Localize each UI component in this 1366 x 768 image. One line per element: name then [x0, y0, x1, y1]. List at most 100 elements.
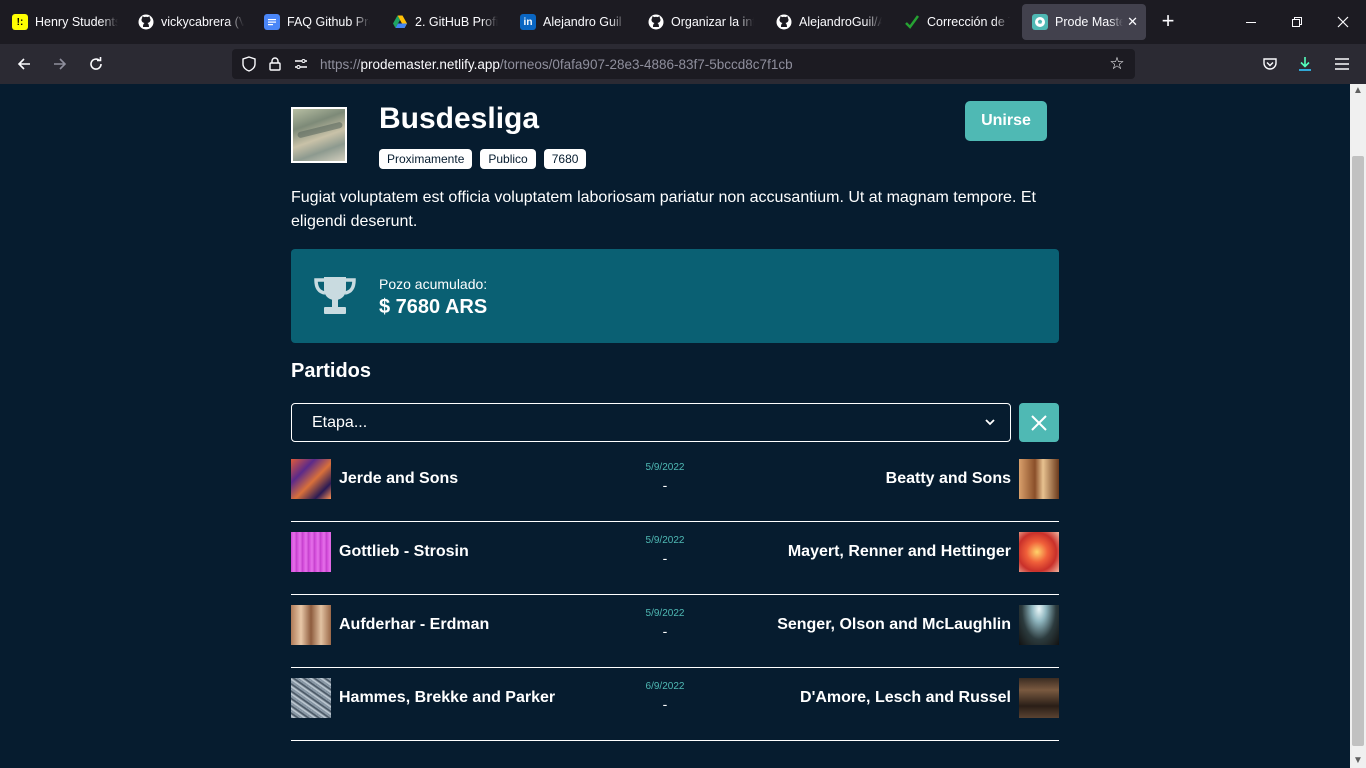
- google-drive-icon: [392, 14, 408, 30]
- match-row[interactable]: Hammes, Brekke and Parker 6/9/2022 - D'A…: [291, 668, 1059, 741]
- stage-select[interactable]: Etapa...: [291, 403, 1011, 442]
- tab-title: Organizar la info: [671, 15, 754, 29]
- restore-button[interactable]: [1274, 0, 1320, 44]
- home-team-image: [291, 678, 331, 718]
- bookmark-star-icon[interactable]: ☆: [1105, 52, 1129, 76]
- match-score: -: [662, 550, 668, 566]
- home-team-name: Hammes, Brekke and Parker: [339, 689, 556, 706]
- away-team-name: Beatty and Sons: [885, 470, 1011, 487]
- away-team-image: [1019, 605, 1059, 645]
- soccer-ball-icon: [1032, 14, 1048, 30]
- home-team-name: Gottlieb - Strosin: [339, 543, 469, 560]
- away-team-image: [1019, 459, 1059, 499]
- browser-tab-bar: !: Henry Students vickycabrera (Vi FAQ G…: [0, 0, 1366, 44]
- clear-filter-button[interactable]: [1019, 403, 1059, 442]
- home-team-image: [291, 459, 331, 499]
- matches-heading: Partidos: [291, 360, 372, 382]
- tab-title: vickycabrera (Vi: [161, 15, 244, 29]
- prize-pool-panel: Pozo acumulado: $ 7680 ARS: [291, 249, 1059, 343]
- close-icon: [1031, 414, 1047, 431]
- downloads-icon[interactable]: [1291, 50, 1319, 78]
- page-scrollbar[interactable]: ▲ ▼: [1350, 84, 1366, 768]
- away-team-name: D'Amore, Lesch and Russel: [800, 689, 1011, 706]
- tab-title: Corrección de Te: [927, 15, 1010, 29]
- match-row[interactable]: Jerde and Sons 5/9/2022 - Beatty and Son…: [291, 449, 1059, 522]
- status-badge: Proximamente: [379, 149, 473, 169]
- url-scheme: https://: [320, 56, 361, 72]
- henry-icon: !:: [12, 14, 28, 30]
- scroll-up-icon[interactable]: ▲: [1353, 86, 1363, 96]
- tracking-protection-icon[interactable]: [236, 51, 262, 77]
- github-icon: [776, 14, 792, 30]
- tab-title: Prode Master: [1055, 15, 1124, 29]
- minimize-button[interactable]: [1228, 0, 1274, 44]
- prize-pool-value: $ 7680 ARS: [379, 296, 488, 318]
- browser-navigation-bar: https://prodemaster.netlify.app/torneos/…: [0, 44, 1366, 84]
- browser-tab[interactable]: AlejandroGuil/A: [766, 4, 890, 40]
- match-row[interactable]: Gottlieb - Strosin 5/9/2022 - Mayert, Re…: [291, 522, 1059, 595]
- away-team-image: [1019, 532, 1059, 572]
- trophy-icon: [314, 277, 356, 314]
- back-button[interactable]: [10, 50, 38, 78]
- matches-list: Jerde and Sons 5/9/2022 - Beatty and Son…: [291, 449, 1059, 741]
- tournament-badges: Proximamente Publico 7680: [379, 149, 587, 169]
- url-bar[interactable]: https://prodemaster.netlify.app/torneos/…: [232, 49, 1135, 79]
- match-score: -: [662, 696, 668, 712]
- browser-tab[interactable]: Corrección de Te: [894, 4, 1018, 40]
- match-score: -: [662, 623, 668, 639]
- tab-title: FAQ Github Prof: [287, 15, 370, 29]
- pocket-icon[interactable]: [1256, 50, 1284, 78]
- home-team-image: [291, 532, 331, 572]
- visibility-badge: Publico: [480, 149, 536, 169]
- away-team-image: [1019, 678, 1059, 718]
- menu-hamburger-icon[interactable]: [1328, 50, 1356, 78]
- browser-tab[interactable]: vickycabrera (Vi: [128, 4, 252, 40]
- close-tab-icon[interactable]: ✕: [1127, 14, 1138, 30]
- tab-title: Henry Students: [35, 15, 118, 29]
- tab-title: Alejandro Guil |: [543, 15, 626, 29]
- close-window-button[interactable]: [1320, 0, 1366, 44]
- match-row[interactable]: Aufderhar - Erdman 5/9/2022 - Senger, Ol…: [291, 595, 1059, 668]
- amount-badge: 7680: [543, 149, 587, 169]
- browser-tab[interactable]: FAQ Github Prof: [254, 4, 378, 40]
- home-team-name: Aufderhar - Erdman: [339, 616, 490, 633]
- away-team-name: Senger, Olson and McLaughlin: [777, 616, 1011, 633]
- scrollbar-thumb[interactable]: [1352, 156, 1364, 746]
- github-icon: [138, 14, 154, 30]
- url-text: https://prodemaster.netlify.app/torneos/…: [320, 57, 793, 72]
- match-date: 6/9/2022: [645, 681, 685, 692]
- match-date: 5/9/2022: [645, 535, 685, 546]
- reload-button[interactable]: [82, 50, 110, 78]
- url-path: /torneos/0fafa907-28e3-4886-83f7-5bccd8c…: [499, 56, 793, 72]
- chevron-down-icon: [985, 419, 995, 426]
- tournament-description: Fugiat voluptatem est officia voluptatem…: [291, 189, 1036, 230]
- match-score: -: [662, 477, 668, 493]
- join-button[interactable]: Unirse: [965, 101, 1047, 141]
- home-team-image: [291, 605, 331, 645]
- page-viewport: Busdesliga Proximamente Publico 7680 Uni…: [0, 84, 1350, 768]
- permissions-icon[interactable]: [288, 51, 314, 77]
- away-team-name: Mayert, Renner and Hettinger: [787, 543, 1011, 560]
- url-host: prodemaster.netlify.app: [360, 56, 500, 72]
- browser-tab-active[interactable]: Prode Master ✕: [1022, 4, 1146, 40]
- github-icon: [648, 14, 664, 30]
- tournament-image: [291, 107, 347, 163]
- browser-tab[interactable]: Organizar la info: [638, 4, 762, 40]
- forward-button[interactable]: [46, 50, 74, 78]
- stage-select-placeholder: Etapa...: [312, 413, 368, 431]
- tournament-title: Busdesliga: [379, 102, 540, 135]
- linkedin-icon: in: [520, 14, 536, 30]
- prize-pool-label: Pozo acumulado:: [379, 276, 488, 292]
- lock-icon[interactable]: [262, 51, 288, 77]
- browser-tab[interactable]: !: Henry Students: [2, 4, 126, 40]
- new-tab-button[interactable]: +: [1156, 10, 1180, 34]
- tab-title: AlejandroGuil/A: [799, 15, 882, 29]
- tab-title: 2. GitHuB Profile: [415, 15, 498, 29]
- checkmark-icon: [904, 14, 920, 30]
- scroll-down-icon[interactable]: ▼: [1353, 756, 1363, 766]
- google-docs-icon: [264, 14, 280, 30]
- home-team-name: Jerde and Sons: [339, 470, 459, 487]
- match-date: 5/9/2022: [645, 462, 685, 473]
- browser-tab[interactable]: 2. GitHuB Profile: [382, 4, 506, 40]
- browser-tab[interactable]: in Alejandro Guil |: [510, 4, 634, 40]
